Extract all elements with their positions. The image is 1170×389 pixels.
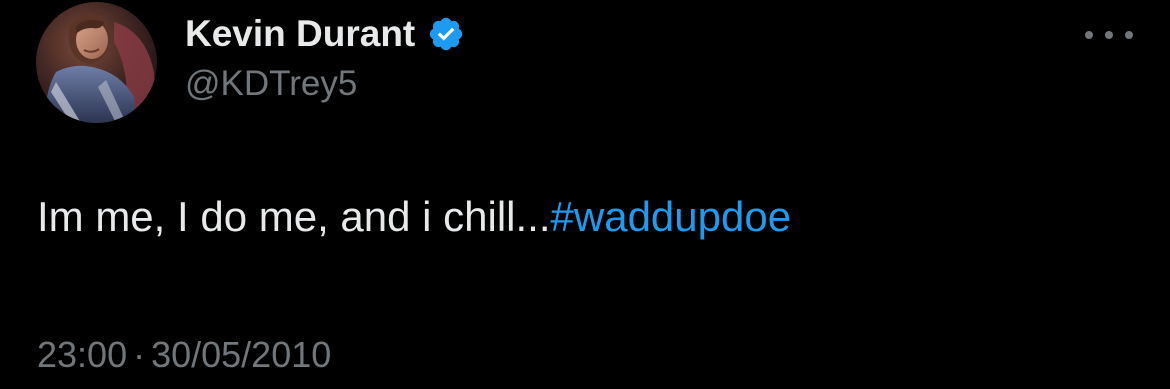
avatar-image xyxy=(36,2,157,123)
author-handle[interactable]: @KDTrey5 xyxy=(185,64,357,104)
tweet-timestamp: 23:00 · 30/05/2010 xyxy=(37,334,331,376)
meta-separator: · xyxy=(133,334,146,375)
more-dot xyxy=(1085,31,1093,39)
hashtag-link[interactable]: #waddupdoe xyxy=(551,193,792,240)
tweet-date[interactable]: 30/05/2010 xyxy=(151,334,331,375)
tweet-text: Im me, I do me, and i chill...#waddupdoe xyxy=(37,193,791,241)
more-options-icon[interactable] xyxy=(1085,20,1133,50)
tweet-body: Im me, I do me, and i chill... xyxy=(37,193,551,240)
more-dot xyxy=(1105,31,1113,39)
author-name-row: Kevin Durant xyxy=(185,10,465,58)
author-display-name[interactable]: Kevin Durant xyxy=(185,13,415,55)
verified-badge-icon[interactable] xyxy=(427,15,465,53)
tweet: Kevin Durant @KDTrey5 Im me, I do me, an… xyxy=(0,0,1170,389)
avatar[interactable] xyxy=(36,2,157,123)
tweet-time[interactable]: 23:00 xyxy=(37,334,127,375)
more-dot xyxy=(1125,31,1133,39)
